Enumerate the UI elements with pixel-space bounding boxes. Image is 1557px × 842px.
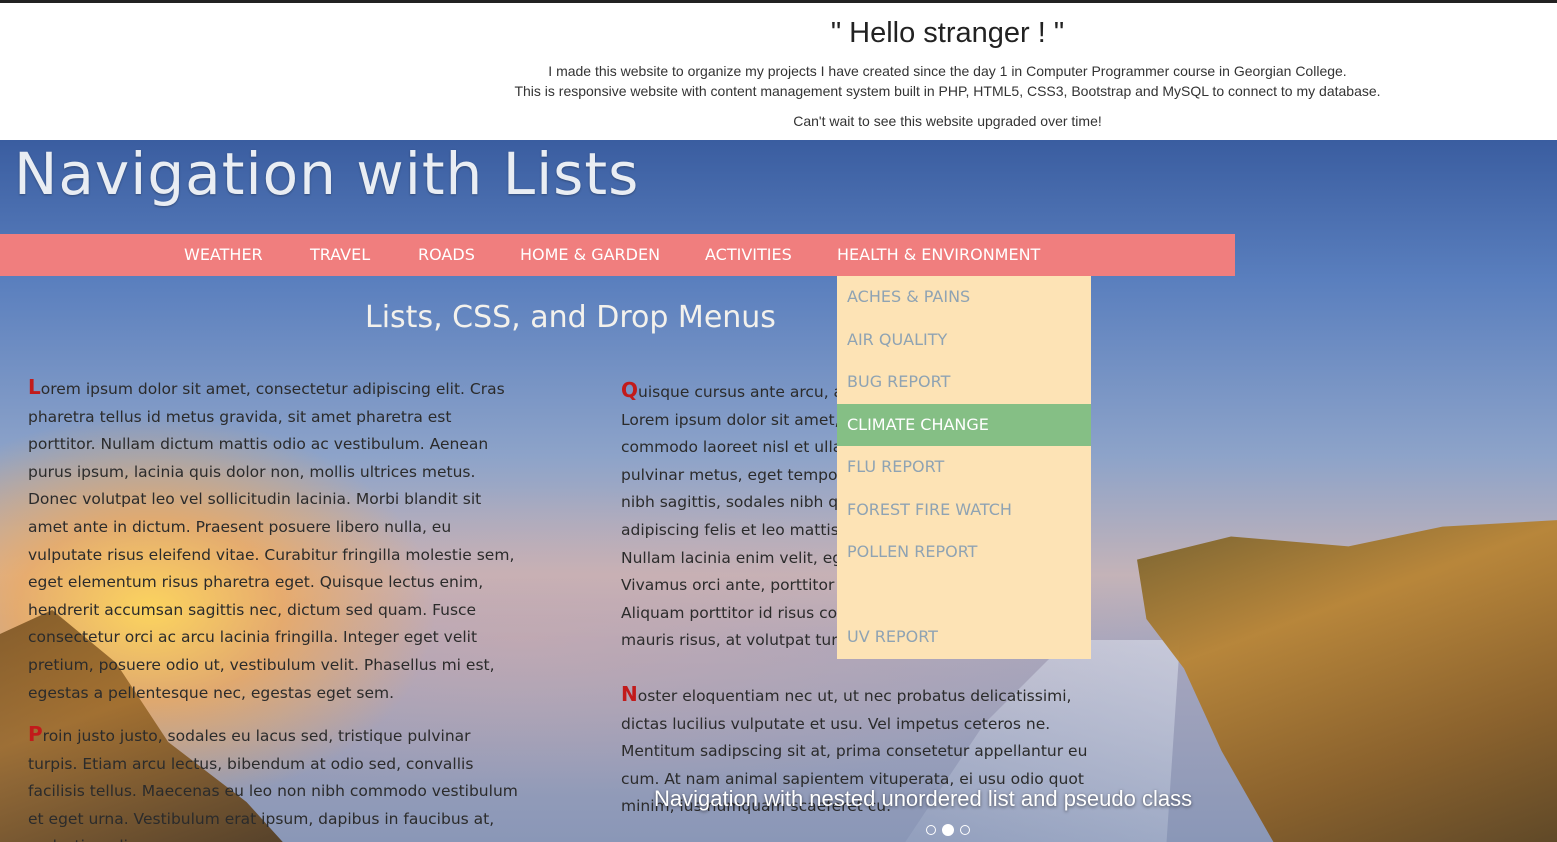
paragraph-line: mauris risus, at volutpat turp: [621, 631, 837, 650]
nav-item-health-environment[interactable]: HEALTH & ENVIRONMENT: [837, 234, 1040, 276]
intro-line-2: This is responsive website with content …: [514, 83, 1381, 99]
carousel-dot-3[interactable]: [960, 825, 970, 835]
dropdown-item-air-quality[interactable]: AIR QUALITY: [837, 319, 1091, 361]
nav-item-weather[interactable]: WEATHER: [184, 234, 263, 276]
carousel-dot-1[interactable]: [926, 825, 936, 835]
drop-cap: P: [28, 722, 43, 746]
health-dropdown-menu: ACHES & PAINS AIR QUALITY BUG REPORT CLI…: [837, 276, 1091, 659]
dropdown-item-bug-report[interactable]: BUG REPORT: [837, 361, 1091, 403]
dropdown-item-aches-pains[interactable]: ACHES & PAINS: [837, 276, 1091, 318]
paragraph-line: Lorem ipsum dolor sit amet,: [621, 410, 837, 429]
section-heading: Lists, CSS, and Drop Menus: [365, 300, 776, 335]
paragraph-line: uisque cursus ante arcu, ac: [638, 383, 837, 401]
paragraph-3: Quisque cursus ante arcu, ac Lorem ipsum…: [621, 377, 837, 655]
paragraph-line: adipiscing felis et leo mattis,: [621, 520, 837, 539]
paragraph-line: pulvinar metus, eget tempor: [621, 465, 837, 484]
nav-item-activities[interactable]: ACTIVITIES: [705, 234, 792, 276]
paragraph-text: roin justo justo, sodales eu lacus sed, …: [28, 727, 518, 842]
dropdown-item-pollen-report[interactable]: POLLEN REPORT: [837, 531, 1091, 573]
carousel-dot-2[interactable]: [942, 824, 954, 836]
paragraph-1: Lorem ipsum dolor sit amet, consectetur …: [28, 374, 518, 707]
paragraph-line: nibh sagittis, sodales nibh qu: [621, 493, 837, 512]
paragraph-line: Aliquam porttitor id risus cor: [621, 603, 837, 622]
dropdown-item-forest-fire-watch[interactable]: FOREST FIRE WATCH: [837, 489, 1091, 531]
dropdown-item-climate-change[interactable]: CLIMATE CHANGE: [837, 404, 1091, 446]
nav-item-home-garden[interactable]: HOME & GARDEN: [520, 234, 660, 276]
intro-section: " Hello stranger ! " I made this website…: [0, 3, 1557, 140]
intro-title: " Hello stranger ! ": [830, 17, 1065, 49]
drop-cap: Q: [621, 378, 639, 402]
nav-item-roads[interactable]: ROADS: [418, 234, 475, 276]
dropdown-item-uv-report[interactable]: UV REPORT: [837, 616, 1091, 658]
carousel-caption: Navigation with nested unordered list an…: [654, 786, 1193, 811]
paragraph-text: orem ipsum dolor sit amet, consectetur a…: [28, 380, 515, 702]
project-carousel-slide[interactable]: Navigation with Lists WEATHER TRAVEL ROA…: [0, 140, 1557, 842]
drop-cap: L: [28, 375, 41, 399]
drop-cap: N: [621, 682, 638, 706]
demo-title: Navigation with Lists: [14, 140, 640, 208]
paragraph-2: Proin justo justo, sodales eu lacus sed,…: [28, 721, 518, 842]
paragraph-line: Vivamus orci ante, porttitor u: [621, 576, 837, 595]
nav-menu-bar: WEATHER TRAVEL ROADS HOME & GARDEN ACTIV…: [0, 234, 1235, 276]
paragraph-line: commodo laoreet nisl et ulla: [621, 438, 837, 457]
nav-item-travel[interactable]: TRAVEL: [310, 234, 370, 276]
paragraph-line: Nullam lacinia enim velit, eg: [621, 548, 837, 567]
dropdown-item-flu-report[interactable]: FLU REPORT: [837, 446, 1091, 488]
intro-line-1: I made this website to organize my proje…: [548, 63, 1347, 79]
intro-line-3: Can't wait to see this website upgraded …: [793, 113, 1102, 129]
